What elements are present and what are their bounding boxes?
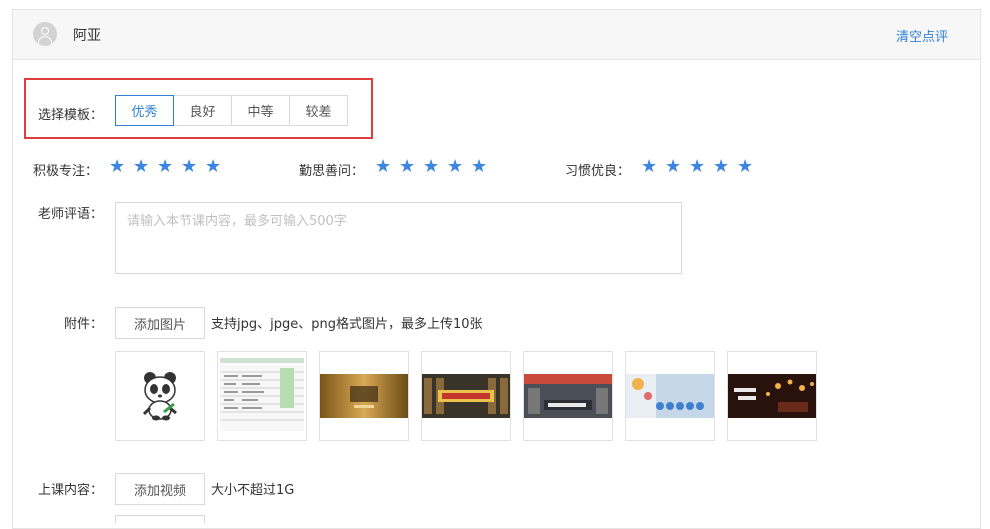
star-icon[interactable]: ★ [133,158,157,176]
rating-label-focus: 积极专注： [33,164,99,179]
star-icon[interactable]: ★ [689,158,713,176]
thumbnail-ppt-banner[interactable] [523,351,613,441]
panda-sticker-image [142,372,177,421]
library-poster-image [422,374,510,418]
attachments-hint: 支持jpg、jpge、png格式图片，最多上传10张 [211,317,483,332]
teacher-comment-input[interactable] [115,202,682,274]
rating-stars-focus: ★ ★ ★ ★ ★ [109,158,229,176]
star-icon[interactable]: ★ [375,158,399,176]
template-selector: 优秀 良好 中等 较差 [115,95,348,126]
colorful-banner-image [626,374,714,418]
rating-stars-habits: ★ ★ ★ ★ ★ [641,158,761,176]
rating-stars-inquiry: ★ ★ ★ ★ ★ [375,158,495,176]
star-icon[interactable]: ★ [713,158,737,176]
star-icon[interactable]: ★ [471,158,495,176]
star-icon[interactable]: ★ [399,158,423,176]
star-icon[interactable]: ★ [641,158,665,176]
thumbnail-colorful-banner[interactable] [625,351,715,441]
star-icon[interactable]: ★ [181,158,205,176]
template-option-excellent[interactable]: 优秀 [115,95,174,126]
user-icon [41,27,49,35]
student-name: 阿亚 [73,28,101,44]
thumbnail-gold-banner[interactable] [319,351,409,441]
candles-banner-image [728,374,816,418]
add-image-button[interactable]: 添加图片 [115,307,205,339]
thumbnail-panda-sticker[interactable] [115,351,205,441]
thumbnail-candles-banner[interactable] [727,351,817,441]
video-size-hint: 大小不超过1G [211,483,295,498]
star-icon[interactable]: ★ [665,158,689,176]
clear-review-link[interactable]: 清空点评 [896,26,948,45]
attachments-label: 附件： [64,317,104,332]
star-icon[interactable]: ★ [737,158,761,176]
star-icon[interactable]: ★ [109,158,133,176]
thumbnail-library-poster[interactable] [421,351,511,441]
star-icon[interactable]: ★ [157,158,181,176]
gold-banner-image [320,374,408,418]
add-video-button[interactable]: 添加视频 [115,473,205,505]
rating-label-habits: 习惯优良： [565,164,631,179]
comment-label: 老师评语： [38,207,104,222]
attachment-thumbnails [115,351,829,441]
ppt-banner-image [524,374,612,418]
template-option-good[interactable]: 良好 [173,95,232,126]
template-option-poor[interactable]: 较差 [289,95,348,126]
template-option-medium[interactable]: 中等 [231,95,290,126]
rating-label-inquiry: 勤思善问： [299,164,365,179]
star-icon[interactable]: ★ [205,158,229,176]
star-icon[interactable]: ★ [423,158,447,176]
partial-button [115,515,205,523]
template-label: 选择模板： [38,108,104,123]
avatar [33,22,57,46]
star-icon[interactable]: ★ [447,158,471,176]
lesson-content-label: 上课内容： [38,483,104,498]
thumbnail-spreadsheet[interactable] [217,351,307,441]
card-header: 阿亚 清空点评 [13,10,980,60]
spreadsheet-image [220,358,304,431]
